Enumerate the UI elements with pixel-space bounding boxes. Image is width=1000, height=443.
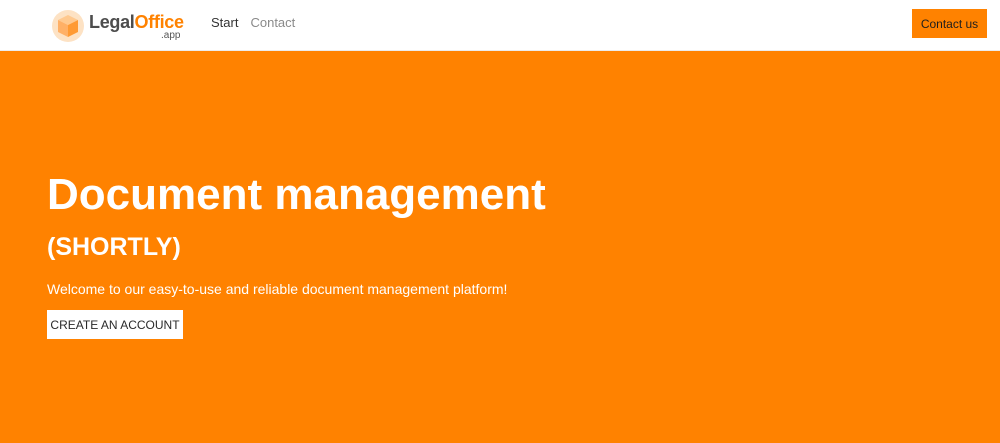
- nav-link-contact[interactable]: Contact: [250, 15, 295, 30]
- hero-subtitle: (SHORTLY): [47, 233, 181, 261]
- cube-logo-icon: [51, 9, 85, 43]
- hero-title: Document management: [47, 170, 546, 219]
- create-account-button[interactable]: CREATE AN ACCOUNT: [47, 310, 183, 339]
- hero-welcome-text: Welcome to our easy-to-use and reliable …: [47, 281, 508, 297]
- top-navbar: LegalOffice .app Start Contact Contact u…: [0, 0, 1000, 51]
- brand-suffix: .app: [161, 30, 181, 41]
- brand-name-part2: Office: [134, 12, 185, 32]
- hero-section: Document management (SHORTLY) Welcome to…: [0, 51, 1000, 443]
- brand-name-part1: Legal: [89, 12, 135, 32]
- contact-us-button[interactable]: Contact us: [912, 9, 987, 38]
- nav-link-start[interactable]: Start: [211, 15, 238, 30]
- brand-wordmark: LegalOffice .app: [89, 6, 185, 46]
- main-nav: Start Contact: [211, 15, 295, 30]
- brand-logo[interactable]: LegalOffice .app: [51, 6, 185, 46]
